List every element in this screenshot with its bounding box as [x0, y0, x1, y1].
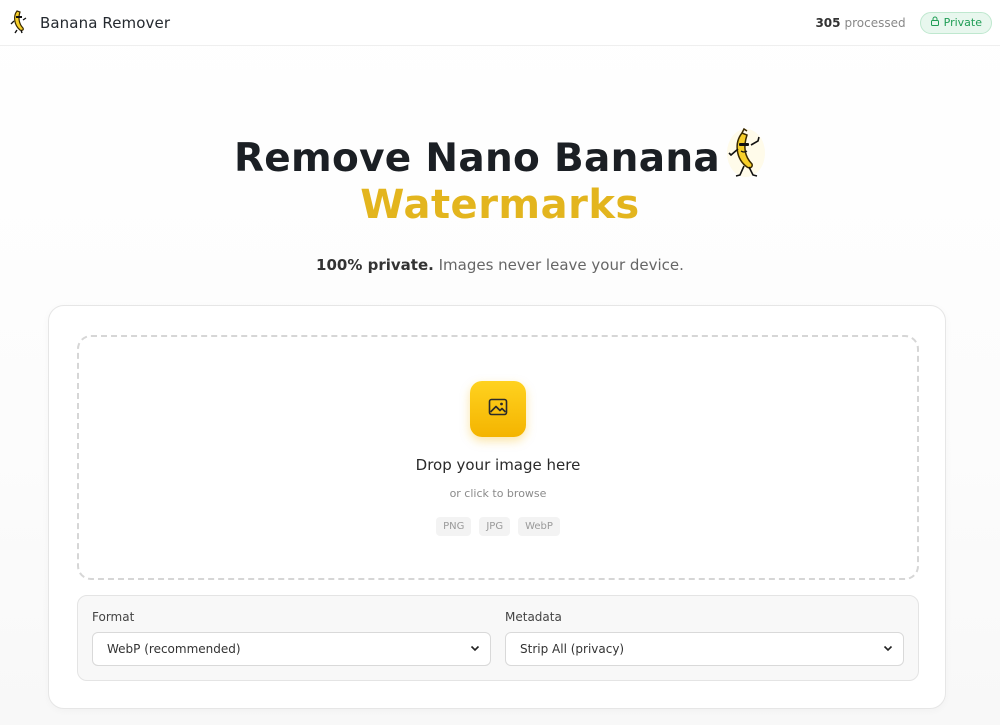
upload-card: Drop your image here or click to browse …	[48, 305, 946, 709]
banana-logo-icon	[8, 8, 32, 38]
chevron-down-icon	[883, 642, 893, 656]
banana-mascot-icon	[726, 127, 766, 189]
hero-title-highlight: Watermarks	[360, 182, 640, 228]
top-header: Banana Remover 305 processed Private	[0, 0, 1000, 46]
processed-count: 305	[815, 15, 841, 30]
format-select[interactable]: WebP (recommended)	[92, 632, 491, 666]
options-panel: Format WebP (recommended) Metadata Strip…	[77, 595, 919, 681]
format-chip-png: PNG	[436, 517, 472, 536]
brand-name: Banana Remover	[40, 13, 171, 32]
metadata-select-value: Strip All (privacy)	[520, 642, 625, 656]
image-icon	[487, 396, 509, 422]
processed-label: processed	[844, 15, 906, 30]
upload-button[interactable]	[470, 381, 526, 437]
image-dropzone[interactable]: Drop your image here or click to browse …	[77, 335, 919, 580]
hero-subtitle: 100% private. Images never leave your de…	[0, 256, 1000, 274]
private-badge: Private	[919, 11, 992, 34]
format-select-value: WebP (recommended)	[107, 642, 241, 656]
lock-icon	[930, 16, 940, 29]
metadata-select[interactable]: Strip All (privacy)	[505, 632, 904, 666]
hero-title-text: Remove Nano Banana	[233, 135, 721, 181]
drop-title: Drop your image here	[415, 456, 581, 474]
brand[interactable]: Banana Remover	[8, 8, 170, 38]
format-option: Format WebP (recommended)	[92, 610, 491, 680]
metadata-label: Metadata	[505, 610, 562, 624]
chevron-down-icon	[470, 642, 480, 656]
hero-subtitle-bold: 100% private.	[316, 256, 434, 274]
hero-subtitle-rest: Images never leave your device.	[433, 256, 684, 274]
metadata-option: Metadata Strip All (privacy)	[505, 610, 904, 680]
format-chip-jpg: JPG	[479, 517, 511, 536]
private-label: Private	[943, 16, 982, 29]
hero: Remove Nano Banana Watermarks 100% priva…	[0, 127, 1000, 274]
processed-counter: 305 processed	[815, 16, 905, 30]
format-chip-webp: WebP	[518, 517, 560, 536]
browse-hint: or click to browse	[449, 487, 547, 500]
supported-formats: PNG JPG WebP	[436, 517, 560, 536]
format-label: Format	[92, 610, 135, 624]
hero-title: Remove Nano Banana	[0, 127, 1000, 189]
